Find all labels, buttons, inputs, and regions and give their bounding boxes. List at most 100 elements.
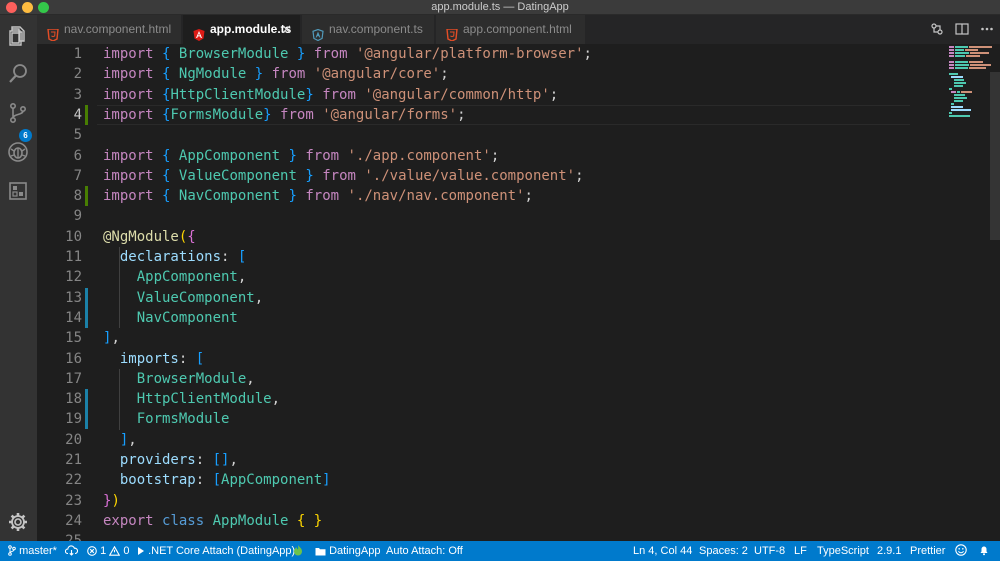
code-editor[interactable]: 1234567891011121314151617181920212223242… xyxy=(37,44,1000,541)
code-line[interactable]: FormsModule xyxy=(103,409,230,429)
git-change-marker[interactable] xyxy=(85,104,88,125)
git-change-marker[interactable] xyxy=(85,307,88,328)
minimap-line xyxy=(954,55,966,57)
encoding[interactable]: UTF-8 xyxy=(754,541,785,561)
git-change-marker[interactable] xyxy=(85,409,88,430)
minimap-line xyxy=(949,73,958,75)
error-count: 1 xyxy=(100,545,107,557)
source-control-icon[interactable] xyxy=(6,101,30,125)
open-changes-icon[interactable] xyxy=(930,22,944,36)
indentation[interactable]: Spaces: 2 xyxy=(699,541,748,561)
notifications-bell-icon[interactable] xyxy=(978,541,990,561)
line-number: 1 xyxy=(73,46,82,62)
extensions-icon[interactable] xyxy=(6,179,30,203)
typescript-version[interactable]: 2.9.1 xyxy=(877,541,901,561)
code-line[interactable]: ValueComponent, xyxy=(103,288,263,308)
git-change-marker[interactable] xyxy=(85,186,88,207)
line-number: 14 xyxy=(65,309,82,326)
code-line[interactable]: import {HttpClientModule} from '@angular… xyxy=(103,85,558,105)
end-of-line[interactable]: LF xyxy=(794,541,807,561)
code-line[interactable]: BrowserModule, xyxy=(103,369,255,389)
minimap-line xyxy=(951,91,957,93)
code-line[interactable]: import {FormsModule} from '@angular/form… xyxy=(103,105,466,125)
line-number: 18 xyxy=(65,391,82,408)
code-line[interactable]: providers: [], xyxy=(103,450,238,470)
code-line[interactable]: }) xyxy=(103,491,120,511)
code-line[interactable]: NavComponent xyxy=(103,308,238,328)
minimap-line xyxy=(969,46,992,48)
problems-indicator[interactable]: 1 0 xyxy=(87,541,129,561)
line-number: 24 xyxy=(65,512,82,529)
minimap-line xyxy=(949,88,952,90)
git-change-marker[interactable] xyxy=(85,287,88,308)
code-line[interactable]: bootstrap: [AppComponent] xyxy=(103,470,331,490)
minimap-line xyxy=(970,64,991,66)
cursor-position[interactable]: Ln 4, Col 44 xyxy=(633,541,692,561)
minimap-line xyxy=(954,52,970,54)
code-line[interactable]: import { ValueComponent } from './value/… xyxy=(103,166,584,186)
debug-icon[interactable] xyxy=(6,140,30,164)
language-mode[interactable]: TypeScript xyxy=(817,541,869,561)
search-icon[interactable] xyxy=(6,62,30,86)
minimap-line xyxy=(951,109,972,111)
status-bar: master* 1 0 .NET Core Attach (DatingApp)… xyxy=(0,541,1000,561)
minimap-line xyxy=(953,94,965,96)
more-actions-icon[interactable] xyxy=(980,22,994,36)
code-line[interactable]: AppComponent, xyxy=(103,267,247,287)
git-branch[interactable]: master* xyxy=(8,541,57,561)
minimap[interactable] xyxy=(910,44,992,541)
line-number: 16 xyxy=(65,350,82,367)
split-editor-icon[interactable] xyxy=(955,22,969,36)
minimap-line xyxy=(954,67,968,69)
vertical-scrollbar[interactable] xyxy=(990,44,1000,541)
code-line[interactable]: declarations: [ xyxy=(103,247,246,267)
line-number: 25 xyxy=(37,531,82,541)
code-line[interactable]: export class AppModule { } xyxy=(103,511,322,531)
code-line[interactable]: imports: [ xyxy=(103,349,204,369)
tab-nav-component-html[interactable]: nav.component.html xyxy=(37,15,182,44)
minimap-line xyxy=(949,61,954,63)
code-line[interactable]: import { BrowserModule } from '@angular/… xyxy=(103,44,592,64)
code-line[interactable]: import { AppComponent } from './app.comp… xyxy=(103,146,499,166)
line-number: 15 xyxy=(65,330,82,347)
line-number: 3 xyxy=(73,86,82,103)
minimap-line xyxy=(951,76,964,78)
minimap-line xyxy=(951,106,963,108)
minimap-line xyxy=(968,67,987,69)
flame-icon[interactable] xyxy=(293,541,303,561)
warning-icon xyxy=(109,545,121,556)
tab-app-module-ts[interactable]: app.module.ts ✕ xyxy=(183,15,301,44)
code-line[interactable]: ], xyxy=(103,328,120,348)
close-tab-icon[interactable]: ✕ xyxy=(281,15,292,44)
angular-outline-icon xyxy=(312,23,324,42)
tab-nav-component-ts[interactable]: nav.component.ts xyxy=(302,15,435,44)
angular-icon xyxy=(193,23,205,41)
feedback-smiley-icon[interactable] xyxy=(955,541,967,561)
git-change-marker[interactable] xyxy=(85,389,88,410)
minimap-line xyxy=(954,61,968,63)
code-line[interactable]: import { NavComponent } from './nav/nav.… xyxy=(103,186,533,206)
minimap-line xyxy=(966,55,980,57)
play-icon xyxy=(138,547,144,555)
minimap-line xyxy=(968,61,983,63)
line-number: 22 xyxy=(65,472,82,489)
activity-bar: 6 xyxy=(0,15,37,541)
workspace-folder-label: DatingApp xyxy=(329,545,381,557)
sync-icon[interactable] xyxy=(64,541,79,561)
code-line[interactable]: import { NgModule } from '@angular/core'… xyxy=(103,64,449,84)
tab-app-component-html[interactable]: app.component.html xyxy=(436,15,586,44)
auto-attach-status[interactable]: Auto Attach: Off xyxy=(386,541,463,561)
minimap-line xyxy=(954,46,969,48)
code-line[interactable]: HttpClientModule, xyxy=(103,389,280,409)
line-number: 7 xyxy=(73,167,82,184)
minimap-line xyxy=(954,64,970,66)
prettier-status[interactable]: Prettier xyxy=(910,541,945,561)
code-line[interactable]: @NgModule({ xyxy=(103,227,196,247)
scrollbar-thumb[interactable] xyxy=(990,72,1000,240)
workspace-folder[interactable]: DatingApp xyxy=(315,541,380,561)
settings-gear-icon[interactable] xyxy=(6,510,30,534)
line-number: 20 xyxy=(65,431,82,448)
explorer-icon[interactable] xyxy=(6,24,30,48)
code-line[interactable]: ], xyxy=(103,430,137,450)
debug-config[interactable]: .NET Core Attach (DatingApp) xyxy=(137,541,295,561)
